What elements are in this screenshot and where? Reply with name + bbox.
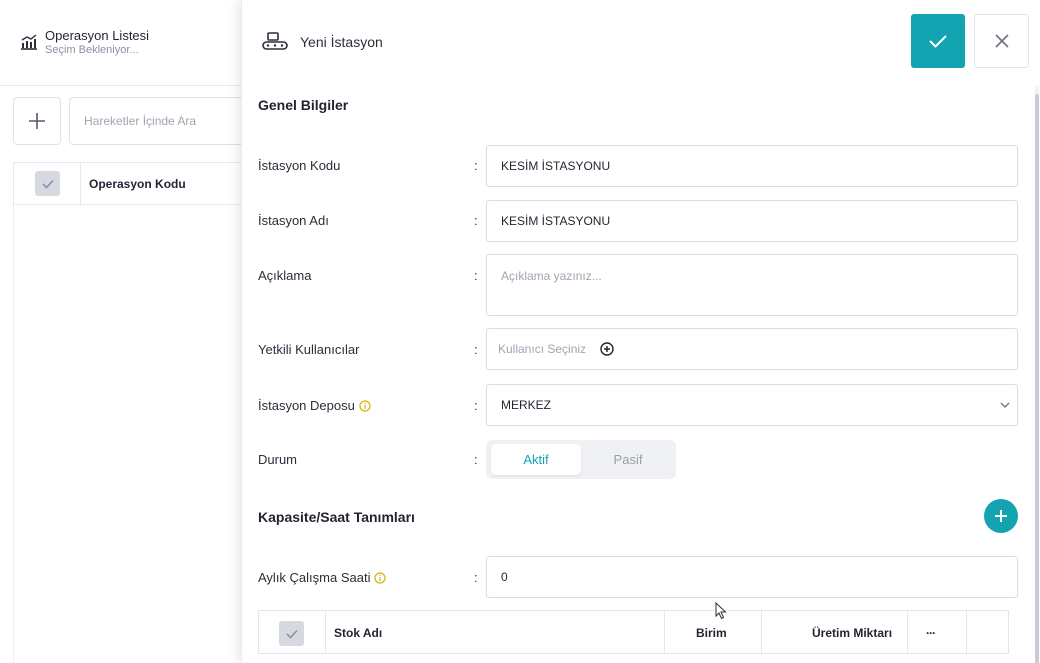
monthly-hours-input[interactable]: 0 bbox=[486, 556, 1018, 598]
field-colon: : bbox=[474, 570, 478, 585]
description-label: Açıklama bbox=[258, 268, 311, 283]
select-all-checkbox[interactable] bbox=[279, 621, 304, 646]
plus-icon bbox=[995, 510, 1007, 522]
check-icon bbox=[41, 179, 54, 189]
column-divider bbox=[761, 611, 762, 653]
close-button[interactable] bbox=[974, 14, 1029, 68]
capacity-table-header: Stok Adı Birim Üretim Miktarı ··· bbox=[258, 610, 1009, 654]
description-label-text: Açıklama bbox=[258, 268, 312, 283]
authorized-users-label-text: Yetkili Kullanıcılar bbox=[258, 342, 360, 357]
field-colon: : bbox=[474, 213, 478, 228]
station-warehouse-select[interactable]: MERKEZ bbox=[486, 384, 1018, 426]
check-icon bbox=[929, 35, 947, 48]
operation-list-panel: Operasyon Listesi Seçim Bekleniyor... Ha… bbox=[0, 0, 269, 663]
column-menu-icon[interactable]: ··· bbox=[926, 626, 936, 640]
column-divider bbox=[325, 611, 326, 653]
operation-list-header: Operasyon Listesi Seçim Bekleniyor... bbox=[0, 0, 260, 86]
select-all-checkbox[interactable] bbox=[35, 171, 60, 196]
status-toggle: Aktif Pasif bbox=[486, 440, 676, 479]
field-colon: : bbox=[474, 342, 478, 357]
add-circle-icon[interactable] bbox=[600, 342, 614, 356]
station-warehouse-label-text: İstasyon Deposu bbox=[258, 398, 355, 413]
column-divider bbox=[664, 611, 665, 653]
station-warehouse-label: İstasyon Deposu bbox=[258, 398, 371, 413]
section-title-capacity: Kapasite/Saat Tanımları bbox=[258, 509, 415, 525]
station-name-input[interactable]: KESİM İSTASYONU bbox=[486, 200, 1018, 242]
description-textarea[interactable]: Açıklama yazınız... bbox=[486, 254, 1018, 316]
column-header-stock-name[interactable]: Stok Adı bbox=[334, 626, 382, 640]
scrollbar-thumb[interactable] bbox=[1035, 94, 1039, 663]
operation-table-header: Operasyon Kodu bbox=[13, 162, 260, 205]
table-border bbox=[13, 205, 14, 663]
status-label-text: Durum bbox=[258, 452, 298, 467]
info-icon[interactable] bbox=[359, 399, 371, 412]
column-divider bbox=[907, 611, 908, 653]
station-code-label-text: İstasyon Kodu bbox=[258, 158, 341, 173]
close-icon bbox=[994, 34, 1009, 48]
plus-icon bbox=[29, 113, 45, 129]
save-button[interactable] bbox=[911, 14, 965, 68]
check-icon bbox=[285, 629, 298, 639]
field-colon: : bbox=[474, 158, 478, 173]
column-header-production-quantity[interactable]: Üretim Miktarı bbox=[812, 626, 892, 640]
field-colon: : bbox=[474, 452, 478, 467]
monthly-hours-label-text: Aylık Çalışma Saati bbox=[258, 570, 371, 585]
authorized-users-select[interactable]: Kullanıcı Seçiniz bbox=[486, 328, 1018, 370]
authorized-users-label: Yetkili Kullanıcılar bbox=[258, 342, 359, 357]
column-header-operation-code[interactable]: Operasyon Kodu bbox=[89, 177, 186, 191]
column-divider bbox=[966, 611, 967, 653]
authorized-users-placeholder: Kullanıcı Seçiniz bbox=[498, 342, 587, 356]
chart-icon bbox=[21, 34, 37, 50]
column-header-unit[interactable]: Birim bbox=[696, 626, 727, 640]
mouse-cursor-icon bbox=[715, 602, 727, 620]
field-colon: : bbox=[474, 268, 478, 283]
add-capacity-button[interactable] bbox=[984, 499, 1018, 533]
drawer-scrollbar[interactable] bbox=[1035, 86, 1039, 663]
search-input[interactable]: Hareketler İçinde Ara bbox=[69, 97, 269, 145]
status-option-passive[interactable]: Pasif bbox=[583, 444, 673, 475]
station-name-label: İstasyon Adı bbox=[258, 213, 329, 228]
new-station-drawer: Yeni İstasyon Genel Bilgiler İstasyon Ko… bbox=[241, 0, 1040, 663]
monthly-hours-label: Aylık Çalışma Saati bbox=[258, 570, 387, 585]
status-option-active[interactable]: Aktif bbox=[491, 444, 581, 475]
conveyor-icon bbox=[262, 32, 288, 50]
station-code-label: İstasyon Kodu bbox=[258, 158, 340, 173]
add-operation-button[interactable] bbox=[13, 97, 61, 145]
station-name-label-text: İstasyon Adı bbox=[258, 213, 329, 228]
chevron-down-icon bbox=[1000, 402, 1010, 408]
field-colon: : bbox=[474, 398, 478, 413]
column-divider bbox=[80, 163, 81, 204]
section-title-general: Genel Bilgiler bbox=[258, 97, 349, 113]
operation-list-title: Operasyon Listesi bbox=[45, 28, 150, 43]
status-label: Durum bbox=[258, 452, 297, 467]
station-code-input[interactable]: KESİM İSTASYONU bbox=[486, 145, 1018, 187]
info-icon[interactable] bbox=[374, 571, 387, 584]
station-warehouse-value: MERKEZ bbox=[501, 398, 552, 412]
drawer-title: Yeni İstasyon bbox=[300, 34, 383, 50]
operation-list-subtitle: Seçim Bekleniyor... bbox=[45, 44, 139, 56]
